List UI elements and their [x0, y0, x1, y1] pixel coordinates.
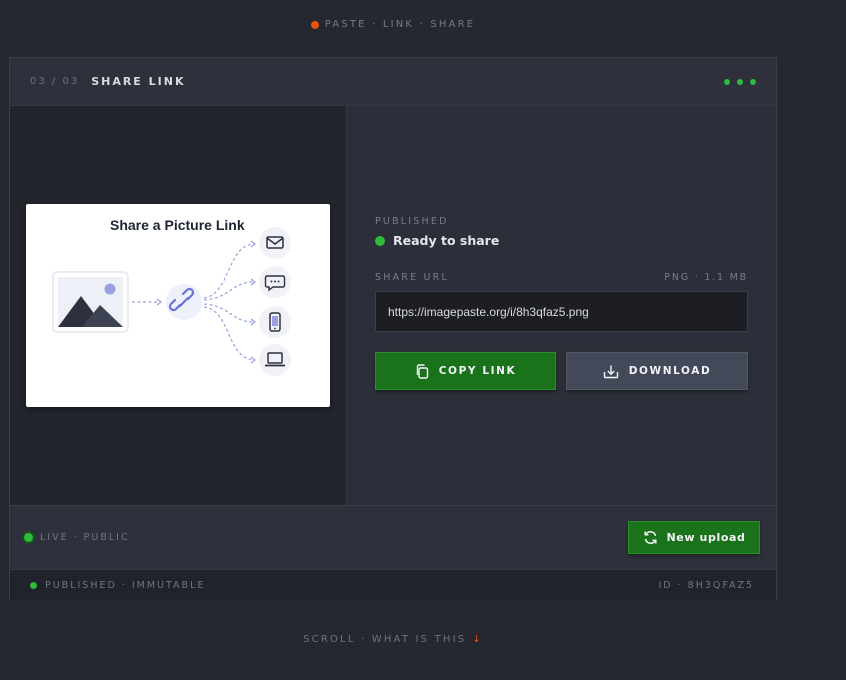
url-header: SHARE URL PNG · 1.1 MB [375, 272, 748, 283]
step-indicator: 03 / 03 [30, 76, 80, 87]
download-button[interactable]: DOWNLOAD [566, 352, 748, 390]
published-dot-icon [30, 582, 37, 589]
action-buttons: COPY LINK DOWNLOAD [375, 352, 748, 390]
top-tagline-text: PASTE · LINK · SHARE [324, 19, 476, 30]
publish-state: PUBLISHED · IMMUTABLE [30, 580, 205, 591]
scroll-hint-text: SCROLL · WHAT IS THIS [303, 634, 467, 645]
download-icon [603, 365, 618, 378]
share-details: PUBLISHED Ready to share SHARE URL PNG ·… [347, 106, 776, 505]
copy-link-label: COPY LINK [438, 365, 517, 377]
share-url-label: SHARE URL [375, 272, 449, 283]
more-options-icon[interactable] [724, 78, 756, 85]
card-header: 03 / 03 SHARE LINK [10, 58, 776, 106]
share-url-value: https://imagepaste.org/i/8h3qfaz5.png [388, 304, 589, 319]
publish-state-text: PUBLISHED · IMMUTABLE [45, 580, 206, 591]
preview-illustration [52, 227, 291, 376]
status-dot-icon [310, 20, 319, 29]
card-footer: LIVE · PUBLIC New upload [10, 505, 776, 569]
status-dot-icon [375, 235, 385, 246]
copy-link-button[interactable]: COPY LINK [375, 352, 556, 390]
file-meta: PNG · 1.1 MB [664, 272, 748, 283]
new-upload-label: New upload [666, 531, 746, 544]
upload-id: ID · 8H3QFAZ5 [658, 580, 754, 591]
live-dot-icon [24, 533, 33, 542]
status-text: Ready to share [393, 233, 500, 248]
arrow-down-icon: ↓ [472, 634, 483, 645]
share-url-field[interactable]: https://imagepaste.org/i/8h3qfaz5.png [375, 291, 748, 332]
download-label: DOWNLOAD [628, 365, 712, 377]
preview-pane: Share a Picture Link [10, 106, 347, 505]
card-title: SHARE LINK [91, 75, 186, 88]
card-body: Share a Picture Link PUBLISHED Ready to … [10, 106, 776, 505]
status-strip: PUBLISHED · IMMUTABLE ID · 8H3QFAZ5 [10, 569, 776, 601]
image-preview: Share a Picture Link [26, 204, 330, 407]
status-row: Ready to share [375, 233, 748, 248]
visibility-text: LIVE · PUBLIC [40, 532, 130, 543]
new-upload-button[interactable]: New upload [628, 521, 760, 554]
visibility-status: LIVE · PUBLIC [24, 532, 130, 543]
refresh-icon [643, 531, 657, 544]
status-label: PUBLISHED [375, 216, 449, 227]
copy-icon [416, 363, 428, 379]
scroll-hint[interactable]: SCROLL · WHAT IS THIS ↓ [0, 634, 786, 645]
share-card: 03 / 03 SHARE LINK Share a Picture Link [9, 57, 777, 601]
top-tagline: PASTE · LINK · SHARE [0, 19, 786, 30]
